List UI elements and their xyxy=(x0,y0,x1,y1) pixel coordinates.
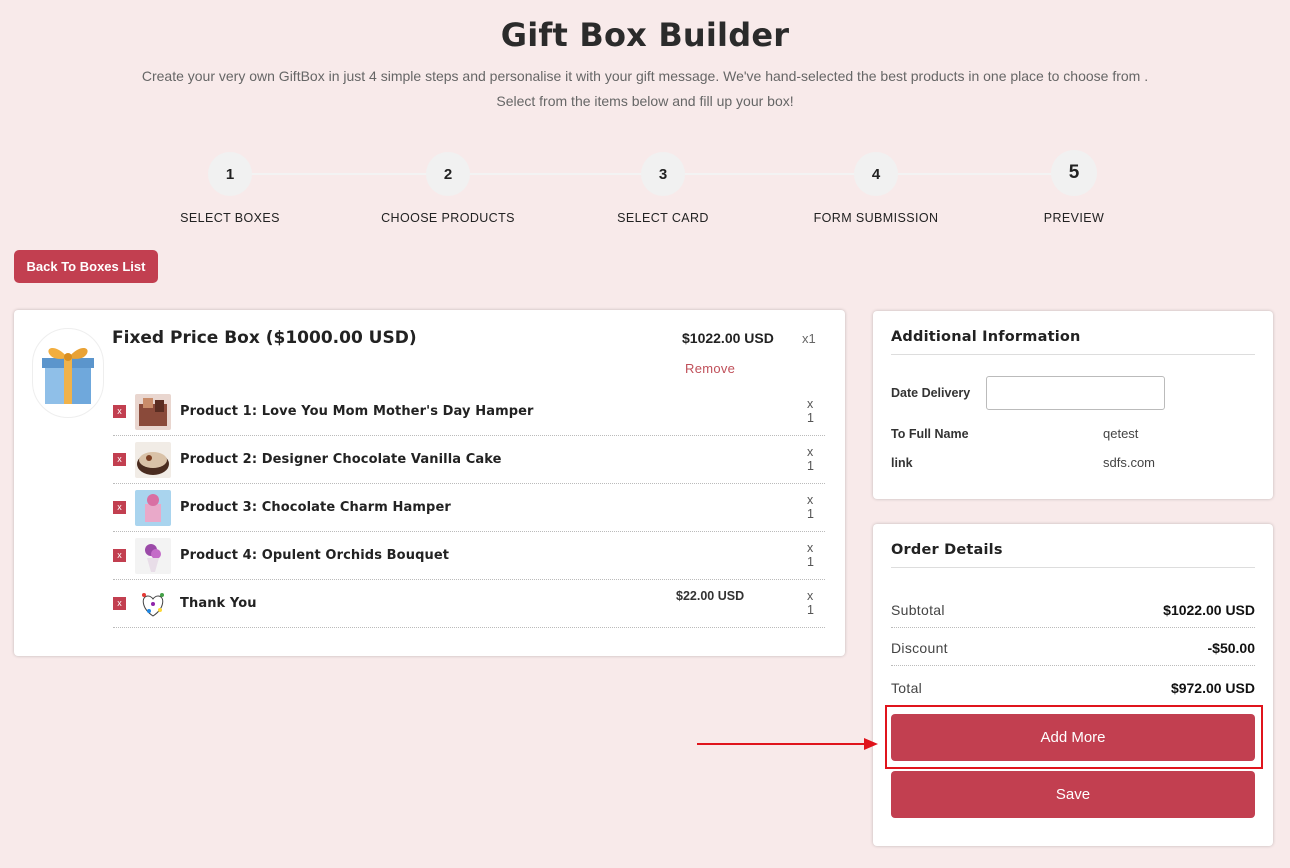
step-number: 3 xyxy=(641,152,685,196)
full-name-label: To Full Name xyxy=(891,427,969,441)
product-thumbnail xyxy=(135,442,171,478)
product-thumbnail xyxy=(135,490,171,526)
discount-value: -$50.00 xyxy=(1207,640,1255,656)
link-label: link xyxy=(891,456,913,470)
product-quantity: x 1 xyxy=(807,445,815,473)
product-quantity: x 1 xyxy=(807,397,815,425)
step-number: 1 xyxy=(208,152,252,196)
list-item: x Thank You $22.00 USD x 1 xyxy=(113,580,825,628)
list-item: x Product 1: Love You Mom Mother's Day H… xyxy=(113,388,825,436)
step-number: 5 xyxy=(1051,150,1097,196)
page-title: Gift Box Builder xyxy=(500,16,790,54)
step-preview[interactable]: 5 PREVIEW xyxy=(994,150,1154,225)
gift-box-card: Fixed Price Box ($1000.00 USD) $1022.00 … xyxy=(14,310,845,656)
order-details-card: Order Details Subtotal $1022.00 USD Disc… xyxy=(873,524,1273,846)
box-items-list: x Product 1: Love You Mom Mother's Day H… xyxy=(113,388,825,628)
subtotal-label: Subtotal xyxy=(891,602,945,618)
discount-label: Discount xyxy=(891,640,948,656)
list-item: x Product 2: Designer Chocolate Vanilla … xyxy=(113,436,825,484)
product-name: Product 2: Designer Chocolate Vanilla Ca… xyxy=(180,452,502,467)
product-quantity: x 1 xyxy=(807,589,815,617)
box-quantity: x1 xyxy=(802,331,816,346)
close-icon[interactable]: x xyxy=(113,501,126,514)
product-thumbnail xyxy=(135,538,171,574)
box-title: Fixed Price Box ($1000.00 USD) xyxy=(112,328,417,348)
subtotal-row: Subtotal $1022.00 USD xyxy=(891,590,1255,628)
date-delivery-input[interactable] xyxy=(986,376,1165,410)
discount-row: Discount -$50.00 xyxy=(891,628,1255,666)
step-select-card[interactable]: 3 SELECT CARD xyxy=(583,152,743,225)
save-button[interactable]: Save xyxy=(891,771,1255,818)
product-name: Thank You xyxy=(180,596,257,611)
step-select-boxes[interactable]: 1 SELECT BOXES xyxy=(150,152,310,225)
arrow-right-icon xyxy=(697,743,867,745)
close-icon[interactable]: x xyxy=(113,453,126,466)
additional-info-card: Additional Information Date Delivery To … xyxy=(873,311,1273,499)
remove-box-link[interactable]: Remove xyxy=(685,361,735,376)
additional-info-heading: Additional Information xyxy=(891,329,1255,355)
close-icon[interactable]: x xyxy=(113,405,126,418)
close-icon[interactable]: x xyxy=(113,597,126,610)
list-item: x Product 3: Chocolate Charm Hamper x 1 xyxy=(113,484,825,532)
product-quantity: x 1 xyxy=(807,541,815,569)
link-value: sdfs.com xyxy=(1103,455,1156,470)
add-more-button[interactable]: Add More xyxy=(891,714,1255,761)
total-label: Total xyxy=(891,680,923,696)
product-name: Product 4: Opulent Orchids Bouquet xyxy=(180,548,450,563)
step-label: SELECT BOXES xyxy=(180,211,280,225)
step-form-submission[interactable]: 4 FORM SUBMISSION xyxy=(796,152,956,225)
step-number: 2 xyxy=(426,152,470,196)
step-label: SELECT CARD xyxy=(617,211,709,225)
product-thumbnail xyxy=(135,586,171,622)
close-icon[interactable]: x xyxy=(113,549,126,562)
back-to-boxes-button[interactable]: Back To Boxes List xyxy=(14,250,158,283)
box-price: $1022.00 USD xyxy=(682,330,774,346)
intro-text: Create your very own GiftBox in just 4 s… xyxy=(141,68,1149,109)
product-quantity: x 1 xyxy=(807,493,815,521)
product-price: $22.00 USD xyxy=(676,589,745,603)
step-label: PREVIEW xyxy=(1043,211,1105,225)
arrow-head xyxy=(864,738,878,750)
date-delivery-label: Date Delivery xyxy=(891,386,971,400)
product-name: Product 3: Chocolate Charm Hamper xyxy=(180,500,451,515)
product-thumbnail xyxy=(135,394,171,430)
order-details-heading: Order Details xyxy=(891,542,1255,568)
step-number: 4 xyxy=(854,152,898,196)
full-name-value: qetest xyxy=(1103,426,1139,441)
total-value: $972.00 USD xyxy=(1170,680,1255,696)
step-choose-products[interactable]: 2 CHOOSE PRODUCTS xyxy=(368,152,528,225)
list-item: x Product 4: Opulent Orchids Bouquet x 1 xyxy=(113,532,825,580)
subtotal-value: $1022.00 USD xyxy=(1163,602,1255,618)
step-label: FORM SUBMISSION xyxy=(813,211,939,225)
total-row: Total $972.00 USD xyxy=(891,667,1255,705)
product-name: Product 1: Love You Mom Mother's Day Ham… xyxy=(180,404,534,419)
step-label: CHOOSE PRODUCTS xyxy=(381,211,515,225)
gift-box-icon xyxy=(32,328,104,418)
